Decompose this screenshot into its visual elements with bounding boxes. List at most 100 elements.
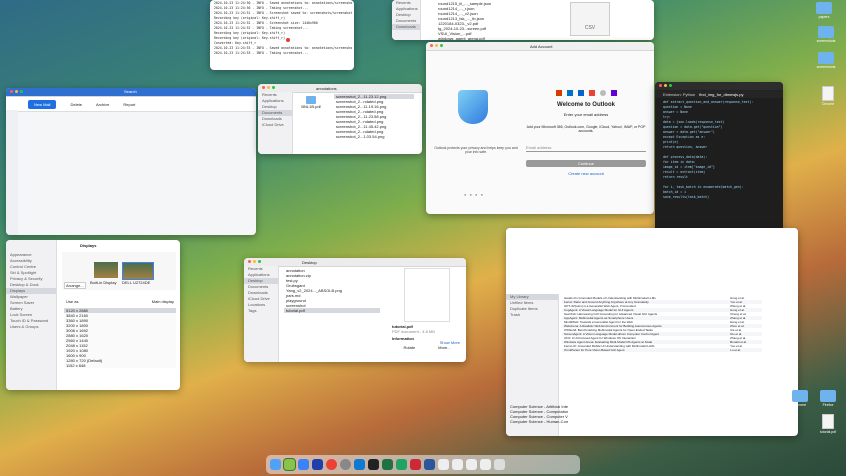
screenshots-folder-2-icon[interactable]: screenshots bbox=[816, 52, 836, 69]
email-field[interactable]: Email address bbox=[526, 145, 646, 152]
outlook-form: Welcome to Outlook Enter your email addr… bbox=[526, 90, 646, 176]
settings-window[interactable]: Appearance Accessibility Control Centre Sir… bbox=[6, 240, 180, 390]
file-row[interactable]: tutorial.pdf bbox=[284, 308, 380, 313]
downloads-sidebar: Recents Applications Desktop Documents Downl… bbox=[392, 0, 421, 40]
screenshots-folder-icon[interactable]: screenshots bbox=[816, 26, 836, 43]
built-in-display[interactable] bbox=[94, 262, 118, 278]
pdf-preview: tutorial.pdf PDF document - 4.6 MB Infor… bbox=[392, 268, 462, 350]
zotero-window[interactable]: My Library Unfiled Items Duplicate Items Tr… bbox=[506, 228, 798, 436]
zotero-items-table[interactable]: Hands-On Grounded Models of Understandin… bbox=[562, 296, 762, 352]
mail-search[interactable]: Search bbox=[124, 89, 137, 94]
word-dock-icon[interactable] bbox=[424, 459, 435, 470]
page-dots: ● ● ● ● bbox=[464, 192, 484, 197]
outlook-description: Add your Microsoft 365, Outlook.com, Goo… bbox=[526, 125, 646, 133]
firefox-folder-icon[interactable]: Firefox bbox=[818, 390, 838, 407]
outlook-window[interactable]: Add Account Outlook protects your privac… bbox=[426, 42, 654, 214]
downloads-window[interactable]: Recents Applications Desktop Documents Downl… bbox=[392, 0, 654, 40]
annotations-file-list: screenshot_2...11.23.12.png screenshot_2.… bbox=[334, 94, 414, 139]
file-3-dock-icon[interactable] bbox=[466, 459, 477, 470]
mail-dock-icon[interactable] bbox=[298, 459, 309, 470]
zotero-dark-pane bbox=[506, 228, 798, 288]
archive-button[interactable]: Archive bbox=[96, 102, 109, 107]
file-4-dock-icon[interactable] bbox=[480, 459, 491, 470]
excel-2-dock-icon[interactable] bbox=[396, 459, 407, 470]
trash-dock-icon[interactable] bbox=[494, 459, 505, 470]
terminal-output: 2024-10-23 11:24:50 - INFO - Saved annot… bbox=[210, 0, 354, 57]
table-row[interactable]: OmniParser for Pure Vision Based GUI Age… bbox=[562, 348, 762, 352]
dock bbox=[266, 455, 580, 474]
main-display-select[interactable]: Main display bbox=[152, 299, 174, 304]
annotations-sidebar: Recents Applications Desktop Documents Downl… bbox=[258, 92, 293, 154]
zotero-dock-icon[interactable] bbox=[410, 459, 421, 470]
arrange-button[interactable]: Arrange... bbox=[64, 282, 86, 289]
downloads-file-list: round1215_iii_..._sample.json round1214_.… bbox=[436, 1, 496, 40]
file-row[interactable]: screenshot_2...1.03.54.png bbox=[334, 134, 414, 139]
desktop-finder[interactable]: Desktop Recents Applications Desktop Docume… bbox=[244, 258, 466, 362]
csv-label: CSV bbox=[584, 25, 596, 31]
outlook-icon bbox=[577, 90, 584, 96]
tutorial-pdf-icon[interactable]: tutorial.pdf bbox=[818, 414, 838, 434]
sidebar-item[interactable]: Trash bbox=[506, 312, 558, 318]
sidebar-item[interactable]: Downloads bbox=[392, 24, 420, 30]
built-in-label: Built-in Display bbox=[90, 280, 117, 285]
sidebar-item[interactable]: iCloud Drive bbox=[258, 122, 292, 128]
terminal-window[interactable]: 2024-10-23 11:24:50 - INFO - Saved annot… bbox=[210, 0, 354, 70]
terminal-dock-icon[interactable] bbox=[368, 459, 379, 470]
dell-display[interactable] bbox=[122, 262, 154, 280]
provider-icons bbox=[526, 90, 646, 96]
report-button[interactable]: Report bbox=[123, 102, 135, 107]
xcode-dock-icon[interactable] bbox=[312, 459, 323, 470]
desktop-title: Desktop bbox=[302, 260, 317, 265]
excel-dock-icon[interactable] bbox=[382, 459, 393, 470]
office-icon bbox=[555, 90, 562, 96]
privacy-text: Outlook protects your privacy and helps … bbox=[434, 146, 518, 154]
rotate-button[interactable]: Rotate bbox=[403, 345, 415, 350]
create-account-link[interactable]: Create new account bbox=[526, 171, 646, 176]
folder-icon bbox=[306, 96, 316, 104]
resolution-option[interactable]: 1152 x 648 bbox=[64, 363, 176, 368]
creator-cell: Lu et al. bbox=[730, 348, 741, 352]
vscode-tabs: Extension: Python find_img_for_dbnewjs.p… bbox=[655, 91, 783, 98]
annotations-title: annotations bbox=[316, 86, 337, 91]
pdf-kind: PDF document - 4.6 MB bbox=[392, 329, 435, 334]
papers-icon[interactable]: papers bbox=[814, 2, 834, 19]
finder-dock-icon[interactable] bbox=[270, 459, 281, 470]
desktop-file-list: annotation annotation.zip test.py Grubsgard… bbox=[284, 268, 380, 313]
yahoo-icon bbox=[610, 90, 617, 96]
shield-icon bbox=[458, 90, 488, 124]
settings-dock-icon[interactable] bbox=[340, 459, 351, 470]
cursor-marker bbox=[286, 38, 290, 42]
google-icon bbox=[588, 90, 595, 96]
editor[interactable]: def extract_question_and_answer(response… bbox=[655, 98, 783, 202]
settings-sidebar: Appearance Accessibility Control Centre Sir… bbox=[6, 240, 57, 390]
code-line[interactable]: save_results(task_batch) bbox=[661, 195, 777, 200]
new-mail-button[interactable]: New Mail bbox=[28, 99, 57, 109]
annotations-finder[interactable]: annotations Recents Applications Desktop Do… bbox=[258, 84, 422, 154]
annotations-folder[interactable]: BNL1B.pdf bbox=[296, 96, 326, 109]
folder-label: BNL1B.pdf bbox=[301, 104, 321, 109]
use-as-label: Use as bbox=[66, 299, 79, 304]
tab-extension[interactable]: Extension: Python bbox=[663, 92, 695, 97]
terminal-line[interactable]: 2024-10-23 11:24:53 - INFO - Taking scre… bbox=[212, 51, 352, 56]
sidebar-item[interactable]: Users & Groups bbox=[6, 324, 56, 330]
show-more-link[interactable]: Show More bbox=[440, 340, 460, 345]
tag-item[interactable]: Computer Science - Human-Computer bbox=[508, 419, 568, 424]
continue-button[interactable]: Continue bbox=[526, 160, 646, 167]
resolution-list[interactable]: 5120 x 2880 3840 x 2160 3360 x 1890 3200 x … bbox=[64, 308, 176, 368]
chrome-file-2-icon[interactable]: Chrome bbox=[790, 390, 810, 407]
displays-preview: Built-in Display DELL U2724DE Arrange... bbox=[62, 252, 176, 290]
file-dock-icon[interactable] bbox=[438, 459, 449, 470]
vscode-dock-icon[interactable] bbox=[354, 459, 365, 470]
chrome-file-icon[interactable]: Chrome bbox=[818, 86, 838, 106]
file-row[interactable]: windows_agent_arena.pdf bbox=[436, 36, 496, 40]
mail-window[interactable]: Search New Mail Delete Archive Report bbox=[6, 88, 256, 235]
launchpad-dock-icon[interactable] bbox=[283, 458, 296, 471]
dell-label: DELL U2724DE bbox=[122, 280, 151, 285]
more-button[interactable]: More... bbox=[438, 345, 450, 350]
tab-file[interactable]: find_img_for_dbnewjs.py bbox=[699, 92, 743, 97]
mail-toolbar: New Mail Delete Archive Report bbox=[6, 97, 256, 112]
delete-button[interactable]: Delete bbox=[70, 102, 82, 107]
file-2-dock-icon[interactable] bbox=[452, 459, 463, 470]
chrome-dock-icon[interactable] bbox=[326, 459, 337, 470]
sidebar-item[interactable]: Tags bbox=[244, 308, 278, 314]
